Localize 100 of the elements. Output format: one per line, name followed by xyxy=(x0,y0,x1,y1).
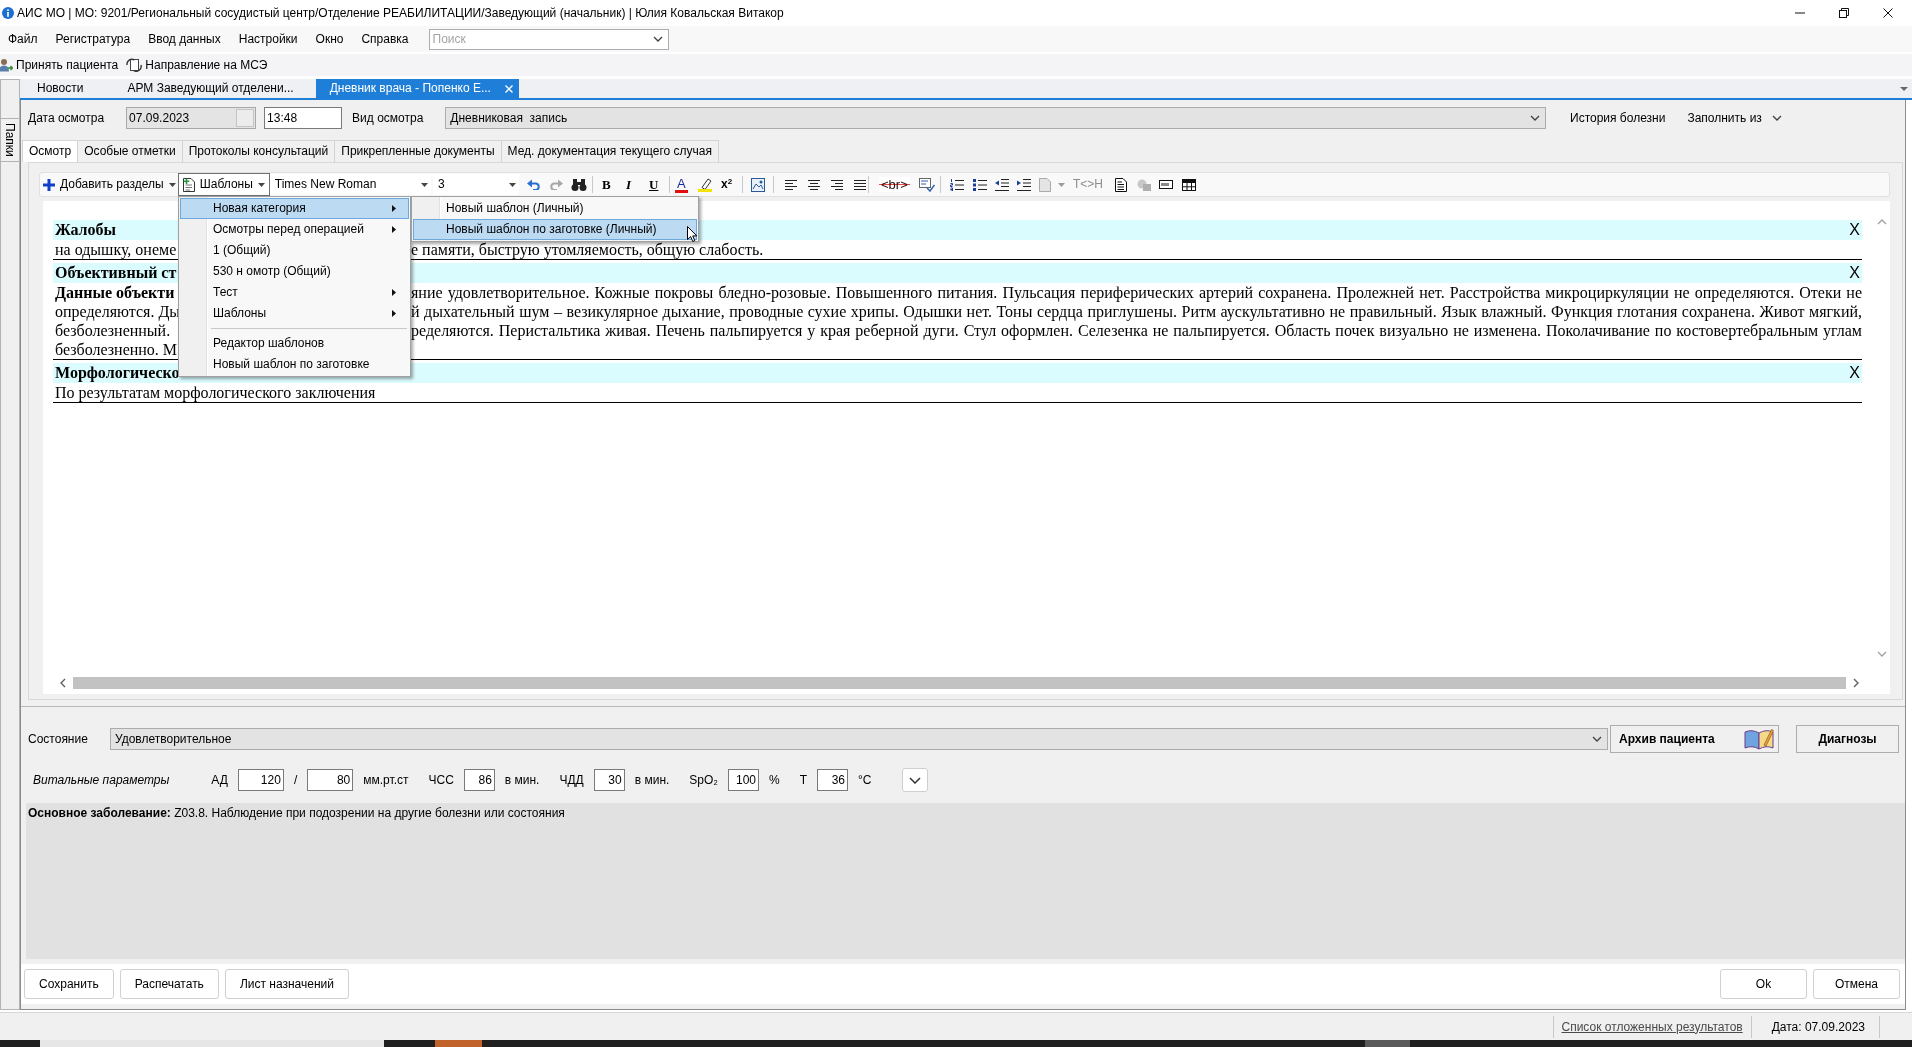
vital-field[interactable]: 30 xyxy=(593,769,625,791)
caret-icon xyxy=(509,182,516,187)
menu-item[interactable]: Справка xyxy=(352,31,418,47)
remove-section-button[interactable]: X xyxy=(1849,264,1860,282)
caret-icon[interactable] xyxy=(1058,182,1065,187)
font-combobox[interactable]: Times New Roman xyxy=(269,174,431,195)
document-text: на одышку, онеме xyxy=(55,240,177,259)
menu-item[interactable]: Осмотры перед операцией xyxy=(180,219,409,240)
tab[interactable]: Новости xyxy=(22,79,106,98)
spellcheck-icon[interactable] xyxy=(919,177,935,192)
menu-item[interactable]: 1 (Общий) xyxy=(180,240,409,261)
document-text: е памяти, быструю утомляемость, общую слабость. xyxy=(411,240,764,259)
vital-label: АД xyxy=(211,772,228,788)
tab[interactable]: Мед. документация текущего случая xyxy=(500,140,720,162)
action-button[interactable]: Отмена xyxy=(1813,969,1900,999)
tab[interactable]: АРМ Заведующий отделени... xyxy=(105,79,316,98)
image-icon[interactable] xyxy=(751,177,765,192)
document-text: По результатам морфологического заключения xyxy=(55,383,376,402)
menu-item[interactable]: Настройки xyxy=(229,31,307,47)
action-button[interactable]: Ok xyxy=(1720,969,1807,999)
diagnoses-button[interactable]: Диагнозы xyxy=(1796,725,1899,753)
search-field[interactable]: Поиск xyxy=(429,29,648,49)
vital-field[interactable]: 80 xyxy=(307,769,354,791)
vital-field[interactable]: 36 xyxy=(817,769,849,791)
toolbar-button[interactable]: Направление на МСЭ xyxy=(124,57,270,73)
indent-icon[interactable] xyxy=(1017,178,1031,191)
menu-item[interactable]: Шаблоны xyxy=(180,303,409,324)
italic-button[interactable]: I xyxy=(625,177,633,192)
dropdown-caret-icon[interactable] xyxy=(1900,86,1908,91)
scroll-down-icon[interactable] xyxy=(1876,651,1887,657)
font-color-button[interactable]: A xyxy=(675,176,688,193)
condition-combobox[interactable]: Удовлетворительное xyxy=(110,728,1608,750)
align-left-icon[interactable] xyxy=(785,179,797,190)
action-button[interactable]: Лист назначений xyxy=(224,969,349,999)
underline-button[interactable]: U xyxy=(648,177,660,192)
fill-from-button[interactable]: Заполнить из xyxy=(1687,110,1782,126)
superscript-button[interactable]: x$^{2}$ xyxy=(721,177,733,192)
remove-section-button[interactable]: X xyxy=(1849,364,1860,382)
document-icon[interactable] xyxy=(1115,177,1127,192)
time-field[interactable]: 13:48 xyxy=(264,107,343,129)
add-sections-button[interactable]: Добавить разделы xyxy=(41,174,178,195)
menu-item[interactable]: Регистратура xyxy=(46,31,140,47)
patient-archive-button[interactable]: Архив пациента xyxy=(1610,725,1779,753)
scroll-up-icon[interactable] xyxy=(1876,219,1887,225)
status-date: Дата: 07.09.2023 xyxy=(1757,1015,1880,1038)
menu-item[interactable]: Окно xyxy=(306,31,353,47)
unit-label: °С xyxy=(858,772,872,788)
close-icon[interactable] xyxy=(1883,8,1893,18)
action-button[interactable]: Распечатать xyxy=(119,969,219,999)
vital-field[interactable]: 120 xyxy=(237,769,284,791)
menu-item[interactable]: Тест xyxy=(180,282,409,303)
deferred-results-link[interactable]: Список отложенных результатов xyxy=(1552,1015,1752,1038)
exam-type-combobox[interactable]: Дневниковая запись xyxy=(445,107,1546,129)
align-justify-icon[interactable] xyxy=(854,179,866,190)
chevron-down-icon xyxy=(908,776,921,784)
history-button[interactable]: История болезни xyxy=(1570,110,1666,126)
expand-button[interactable] xyxy=(901,768,928,792)
menu-item[interactable]: 530 н омотр (Общий) xyxy=(180,261,409,282)
outdent-icon[interactable] xyxy=(995,178,1009,191)
template-icon xyxy=(182,177,195,192)
bulleted-list-icon[interactable] xyxy=(973,178,987,191)
scroll-left-icon[interactable] xyxy=(60,678,66,688)
toolbar-button[interactable]: Принять пациента xyxy=(0,57,121,73)
chevron-down-icon[interactable] xyxy=(652,36,663,42)
vital-label: ЧДД xyxy=(559,772,584,788)
search-combobox[interactable]: Поиск xyxy=(428,28,669,50)
align-center-icon[interactable] xyxy=(808,179,820,190)
tab[interactable]: Осмотр xyxy=(22,140,79,162)
info-icon xyxy=(2,7,14,19)
font-size-combobox[interactable]: 3 xyxy=(433,174,519,195)
date-field[interactable]: 07.09.2023 xyxy=(126,107,257,129)
vitals-label: Витальные параметры xyxy=(33,772,170,788)
tab[interactable]: Дневник врача - Попенко Е... xyxy=(315,79,519,98)
menu-item[interactable]: Редактор шаблонов xyxy=(180,333,409,354)
vital-field[interactable]: 100 xyxy=(728,769,759,791)
text-field-icon[interactable] xyxy=(1159,180,1173,189)
align-right-icon[interactable] xyxy=(831,179,843,190)
caret-icon xyxy=(168,182,176,187)
bold-button[interactable]: B xyxy=(601,177,612,192)
remove-section-button[interactable]: X xyxy=(1849,221,1860,239)
section-title: Морфологическо xyxy=(55,364,180,382)
table-icon[interactable] xyxy=(1182,178,1196,191)
menu-item[interactable]: Новый шаблон по заготовке xyxy=(180,354,409,375)
menu-item[interactable]: Новая категория xyxy=(180,198,409,219)
menu-item[interactable]: Новый шаблон (Личный) xyxy=(413,198,697,219)
side-tab[interactable]: Папки xyxy=(1,118,19,162)
numbered-list-icon[interactable] xyxy=(950,178,964,191)
menu-item[interactable]: Новый шаблон по заготовке (Личный) xyxy=(413,219,697,240)
chevron-down-icon xyxy=(1530,115,1540,121)
templates-button[interactable]: Шаблоны xyxy=(177,173,270,196)
scroll-right-icon[interactable] xyxy=(1853,678,1859,688)
highlighter-icon[interactable] xyxy=(698,177,712,192)
undo-icon[interactable] xyxy=(527,179,541,190)
binoculars-icon[interactable] xyxy=(571,178,587,191)
scrollbar-thumb[interactable] xyxy=(73,677,1846,689)
restore-icon[interactable] xyxy=(1839,8,1849,18)
menu-item[interactable]: Файл xyxy=(0,31,47,47)
action-button[interactable]: Сохранить xyxy=(24,969,114,999)
menu-item[interactable]: Ввод данных xyxy=(139,31,230,47)
vital-field[interactable]: 86 xyxy=(463,769,495,791)
